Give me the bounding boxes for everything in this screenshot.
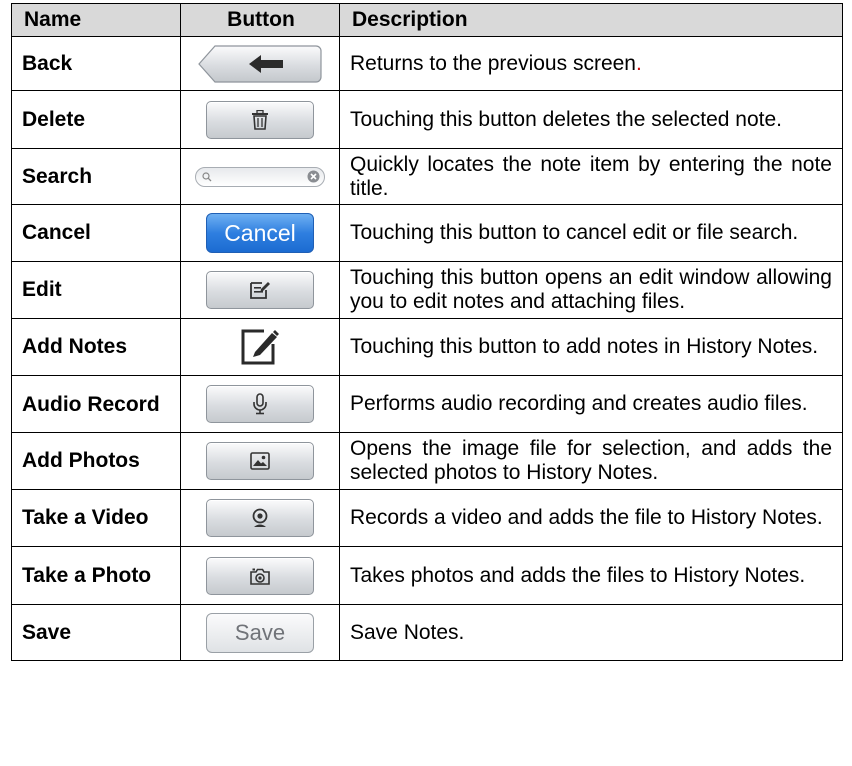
row-description: Save Notes. [339, 604, 843, 661]
row-name: Add Photos [11, 432, 181, 490]
camera-icon [250, 568, 270, 585]
row-name: Save [11, 604, 181, 661]
row-name: Audio Record [11, 375, 181, 433]
search-icon [202, 172, 212, 182]
add-notes-button[interactable] [240, 328, 280, 366]
row-name: Delete [11, 90, 181, 149]
table-row: Search Quickly locates the note item by … [11, 148, 843, 205]
take-photo-button[interactable] [206, 556, 314, 595]
row-name: Take a Photo [11, 546, 181, 605]
header-description: Description [339, 3, 843, 37]
table-row: Add Photos Opens the image file for sele… [11, 432, 843, 490]
edit-button[interactable] [206, 271, 314, 309]
add-photos-button[interactable] [206, 442, 314, 480]
row-description: Touching this button to cancel edit or f… [339, 204, 843, 262]
webcam-icon [252, 508, 268, 527]
back-arrow-icon [198, 44, 322, 83]
cancel-button[interactable]: Cancel [206, 213, 314, 253]
audio-record-button[interactable] [206, 385, 314, 423]
add-note-icon [241, 329, 279, 365]
table-row: Back Returns to the previous screen. [11, 36, 843, 91]
row-description: Touching this button deletes the selecte… [339, 90, 843, 149]
button-reference-table: Name Button Description Back Returns to … [11, 3, 843, 661]
header-name: Name [11, 3, 181, 37]
row-name: Edit [11, 261, 181, 319]
row-name: Cancel [11, 204, 181, 262]
row-description: Opens the image file for selection, and … [339, 432, 843, 490]
row-description: Touching this button to add notes in His… [339, 318, 843, 376]
clear-icon[interactable] [307, 170, 320, 183]
table-row: Take a Video Records a video and adds th… [11, 489, 843, 547]
row-description: Performs audio recording and creates aud… [339, 375, 843, 433]
row-description: Returns to the previous screen [350, 51, 636, 75]
delete-button[interactable] [206, 100, 314, 139]
row-description: Quickly locates the note item by enterin… [339, 148, 843, 205]
image-icon [250, 452, 270, 470]
table-row: Take a Photo Takes photos and adds the f… [11, 546, 843, 605]
save-button[interactable]: Save [206, 612, 314, 653]
row-description: Touching this button opens an edit windo… [339, 261, 843, 319]
edit-icon [250, 282, 270, 299]
description-period: . [635, 51, 642, 75]
header-button: Button [180, 3, 340, 37]
row-description: Records a video and adds the file to His… [339, 489, 843, 547]
table-header-row: Name Button Description [11, 3, 843, 37]
row-name: Back [11, 36, 181, 91]
table-row: Cancel Cancel Touching this button to ca… [11, 204, 843, 262]
table-row: Add Notes Touching this button to add no… [11, 318, 843, 376]
table-row: Save Save Save Notes. [11, 604, 843, 661]
table-row: Audio Record Performs audio recording an… [11, 375, 843, 433]
row-name: Take a Video [11, 489, 181, 547]
table-row: Edit Touching this button opens an edit … [11, 261, 843, 319]
take-video-button[interactable] [206, 499, 314, 537]
back-button[interactable] [197, 44, 323, 84]
trash-icon [252, 109, 268, 130]
microphone-icon [253, 393, 267, 415]
row-name: Search [11, 148, 181, 205]
table-row: Delete Touching this button deletes the … [11, 90, 843, 149]
row-name: Add Notes [11, 318, 181, 376]
search-input[interactable] [195, 166, 325, 187]
row-description: Takes photos and adds the files to Histo… [339, 546, 843, 605]
